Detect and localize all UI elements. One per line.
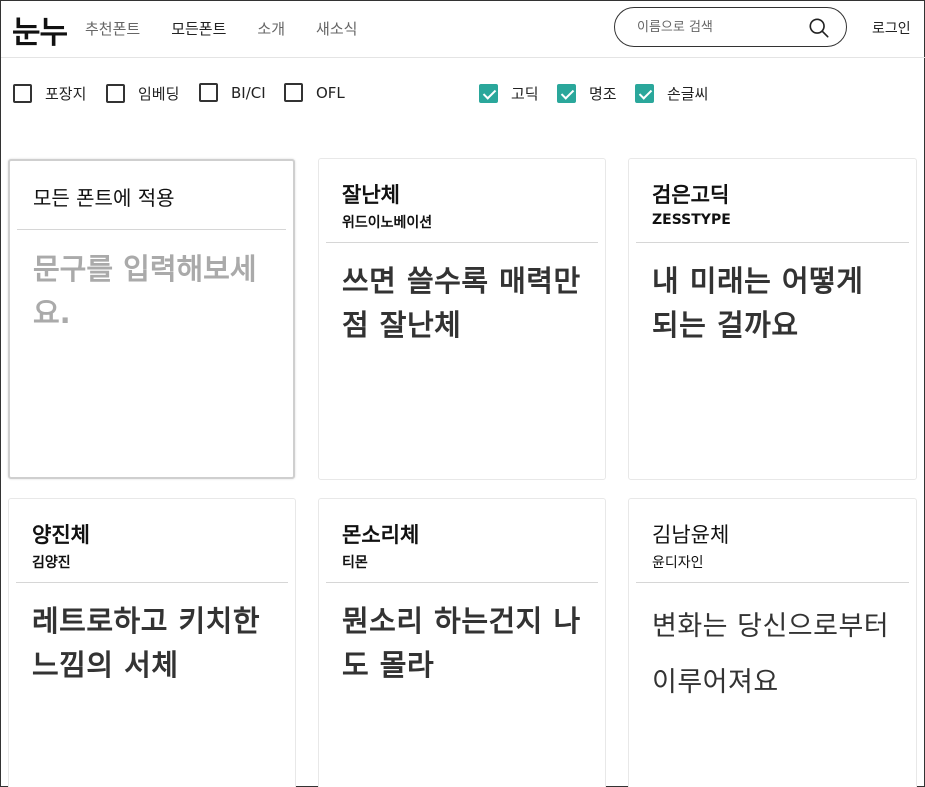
font-name: 김남윤체 bbox=[652, 523, 730, 547]
search-input[interactable] bbox=[637, 17, 807, 37]
font-card[interactable]: 잘난체 위드이노베이션 쓰면 쓸수록 매력만점 잘난체 bbox=[318, 158, 606, 480]
filter-embedding[interactable]: 임베딩 bbox=[106, 83, 179, 104]
divider bbox=[16, 582, 288, 583]
divider bbox=[17, 229, 286, 230]
font-maker: 위드이노베이션 bbox=[342, 215, 433, 231]
font-name: 양진체 bbox=[32, 523, 90, 547]
sample-text-input[interactable] bbox=[33, 247, 273, 367]
card-title: 모든 폰트에 적용 bbox=[33, 186, 175, 210]
search-box bbox=[614, 7, 847, 47]
filter-packaging[interactable]: 포장지 bbox=[13, 83, 86, 104]
font-sample: 뭔소리 하는건지 나도 몰라 bbox=[342, 604, 581, 682]
nav-about[interactable]: 소개 bbox=[257, 18, 285, 39]
font-name: 몬소리체 bbox=[342, 523, 420, 547]
nav-news[interactable]: 새소식 bbox=[316, 18, 357, 39]
font-name: 검은고딕 bbox=[652, 183, 730, 207]
filter-label: OFL bbox=[316, 83, 345, 102]
divider bbox=[326, 242, 598, 243]
filter-ofl[interactable]: OFL bbox=[284, 83, 345, 102]
checkbox[interactable] bbox=[106, 84, 125, 103]
checkbox-checked[interactable] bbox=[557, 84, 576, 103]
main-nav: 추천폰트 모든폰트 소개 새소식 bbox=[85, 18, 388, 39]
filter-label: 손글씨 bbox=[667, 85, 709, 103]
filter-handwriting[interactable]: 손글씨 bbox=[635, 83, 708, 104]
filter-label: 명조 bbox=[589, 85, 617, 103]
divider bbox=[326, 582, 598, 583]
font-sample: 변화는 당신으로부터 이루어져요 bbox=[652, 611, 890, 698]
checkbox[interactable] bbox=[13, 84, 32, 103]
divider bbox=[636, 582, 909, 583]
checkbox[interactable] bbox=[284, 83, 303, 102]
filter-label: 임베딩 bbox=[138, 85, 180, 103]
filter-label: BI/CI bbox=[231, 83, 266, 102]
apply-to-all-card: 모든 폰트에 적용 bbox=[8, 159, 295, 479]
font-sample: 쓰면 쓸수록 매력만점 잘난체 bbox=[342, 264, 581, 342]
font-maker: 김양진 bbox=[32, 555, 71, 571]
filter-label: 고딕 bbox=[511, 85, 539, 103]
font-card[interactable]: 몬소리체 티몬 뭔소리 하는건지 나도 몰라 bbox=[318, 498, 606, 787]
font-sample: 내 미래는 어떻게 되는 걸까요 bbox=[652, 264, 864, 342]
font-card[interactable]: 김남윤체 윤디자인 변화는 당신으로부터 이루어져요 bbox=[628, 498, 917, 787]
font-card[interactable]: 검은고딕 ZESSTYPE 내 미래는 어떻게 되는 걸까요 bbox=[628, 158, 917, 480]
divider bbox=[636, 242, 909, 243]
checkbox-checked[interactable] bbox=[479, 84, 498, 103]
font-name: 잘난체 bbox=[342, 183, 400, 207]
search-icon[interactable] bbox=[808, 17, 830, 39]
filter-bi-ci[interactable]: BI/CI bbox=[199, 83, 266, 102]
logo[interactable]: 눈누 bbox=[12, 7, 68, 52]
checkbox[interactable] bbox=[199, 83, 218, 102]
filter-label: 포장지 bbox=[45, 85, 87, 103]
filter-myeongjo[interactable]: 명조 bbox=[557, 83, 617, 104]
checkbox-checked[interactable] bbox=[635, 84, 654, 103]
header: 눈누 추천폰트 모든폰트 소개 새소식 로그인 bbox=[1, 1, 925, 58]
font-card[interactable]: 양진체 김양진 레트로하고 키치한 느낌의 서체 bbox=[8, 498, 296, 787]
font-sample: 레트로하고 키치한 느낌의 서체 bbox=[32, 604, 261, 682]
nav-all-fonts[interactable]: 모든폰트 bbox=[171, 18, 226, 39]
font-maker: 윤디자인 bbox=[652, 555, 704, 571]
font-maker: 티몬 bbox=[342, 555, 368, 571]
filter-gothic[interactable]: 고딕 bbox=[479, 83, 539, 104]
filter-bar: 포장지 임베딩 BI/CI OFL 고딕 명조 손글씨 bbox=[1, 83, 925, 109]
nav-recommended[interactable]: 추천폰트 bbox=[85, 18, 140, 39]
login-link[interactable]: 로그인 bbox=[872, 18, 911, 38]
font-maker: ZESSTYPE bbox=[652, 212, 731, 228]
